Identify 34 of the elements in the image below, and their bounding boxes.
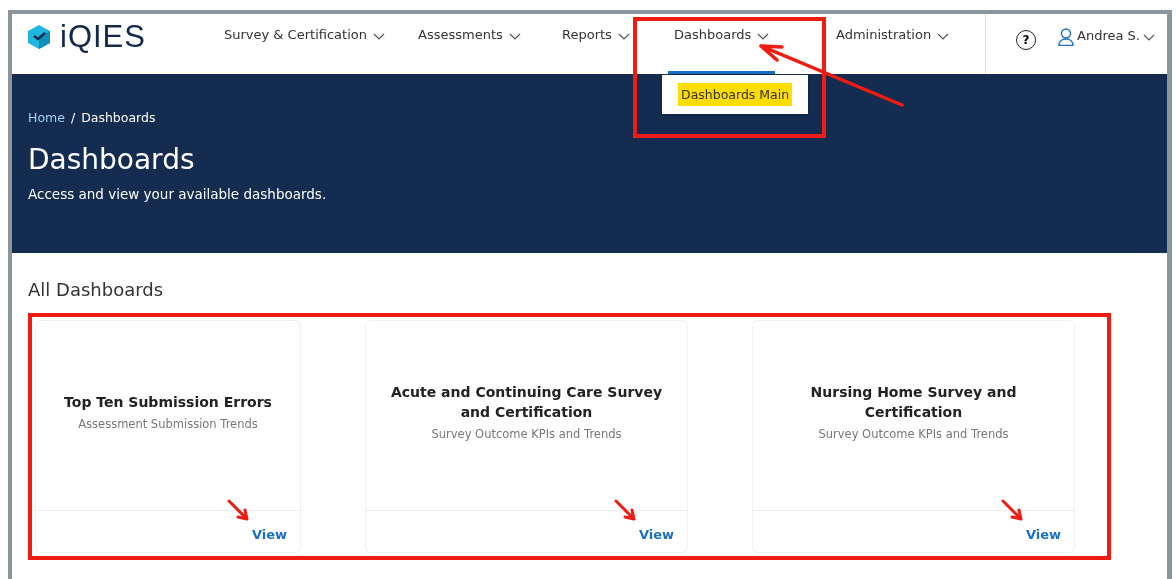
card-subtitle: Survey Outcome KPIs and Trends: [431, 427, 622, 441]
breadcrumb-link[interactable]: Home: [28, 110, 65, 125]
logo-text[interactable]: iQIES: [60, 19, 146, 55]
breadcrumb-separator: /: [70, 110, 76, 125]
breadcrumb-current: Dashboards: [81, 110, 156, 125]
nav-tab[interactable]: Assessments: [412, 14, 527, 74]
annotation-arrow: [614, 500, 637, 522]
cube-check-icon: [28, 25, 50, 49]
section-title: All Dashboards: [28, 279, 165, 300]
annotation-arrow: [1001, 500, 1024, 522]
view-link[interactable]: View: [1025, 527, 1061, 542]
chevron-down-icon: [757, 33, 770, 40]
page-subtitle: Access and view your available dashboards.: [28, 186, 328, 202]
page-title: Dashboards: [28, 143, 196, 176]
chevron-down-icon: [372, 33, 385, 40]
nav-tab[interactable]: Survey & Certification: [218, 14, 391, 74]
card-subtitle: Survey Outcome KPIs and Trends: [818, 427, 1009, 441]
chevron-down-icon: [508, 33, 521, 40]
card-subtitle: Assessment Submission Trends: [78, 417, 258, 431]
chevron-down-icon: [937, 33, 950, 40]
card-title: Nursing Home Survey and Certification: [809, 383, 1018, 422]
view-link[interactable]: View: [251, 527, 287, 542]
user-menu[interactable]: Andrea S.: [1058, 28, 1155, 46]
view-link[interactable]: View: [638, 527, 674, 542]
chevron-down-icon: [1142, 34, 1155, 41]
menu-item[interactable]: Dashboards Main: [678, 83, 793, 106]
nav-tab[interactable]: Administration: [830, 14, 956, 74]
card-title: Top Ten Submission Errors: [64, 393, 272, 412]
nav-tab[interactable]: Reports: [556, 14, 636, 74]
card-title: Acute and Continuing Care Survey and Certification: [389, 383, 664, 422]
chevron-down-icon: [617, 33, 630, 40]
help-button[interactable]: ?: [1016, 30, 1036, 50]
user-icon: [1058, 28, 1074, 46]
annotation-arrow: [227, 500, 250, 522]
